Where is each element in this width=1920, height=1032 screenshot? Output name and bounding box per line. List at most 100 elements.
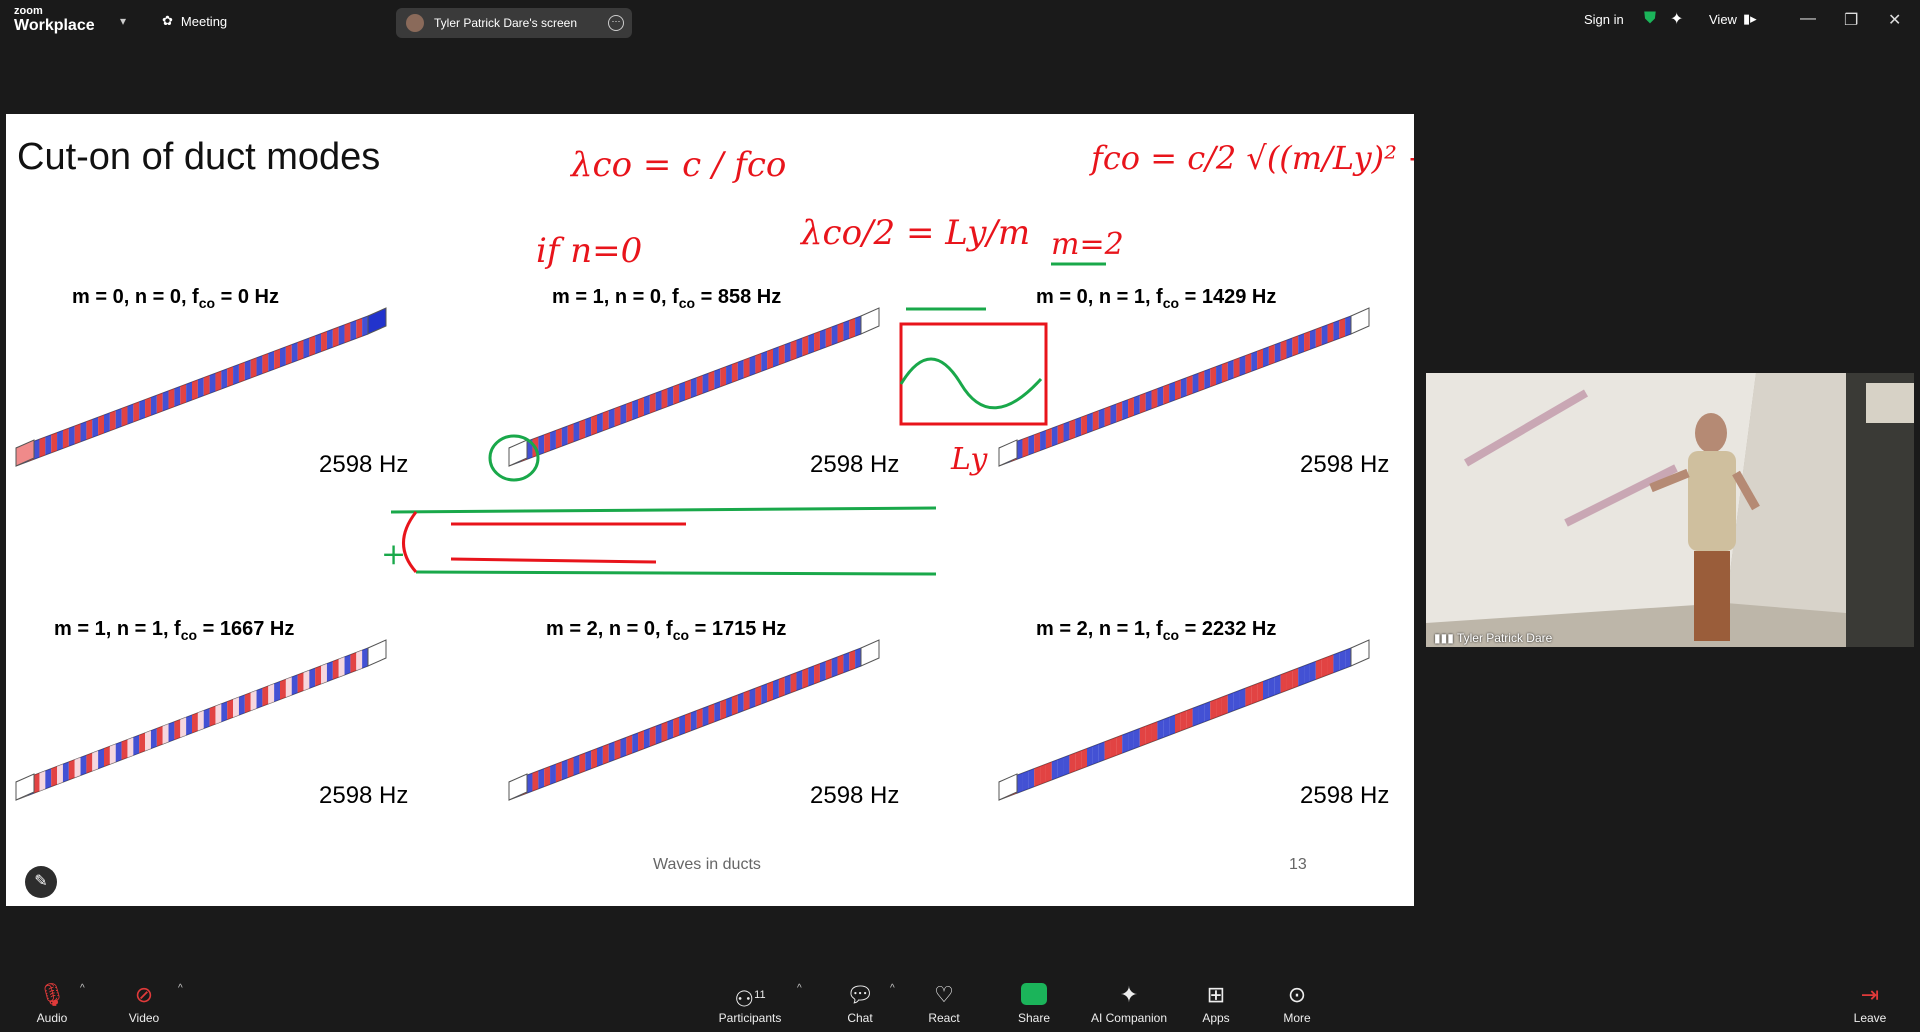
duct-stripe (696, 375, 703, 396)
participants-options-chevron-icon[interactable]: ^ (797, 983, 802, 994)
duct-stripe (1274, 674, 1281, 696)
duct-stripe (1204, 368, 1211, 389)
duct-stripe (743, 690, 750, 711)
duct-stripe (708, 703, 715, 725)
duct-stripe (1051, 426, 1058, 447)
duct-stripe (74, 423, 81, 444)
duct-stripe (1192, 373, 1199, 394)
duct-stripe (291, 674, 298, 696)
duct-stripe (714, 701, 721, 722)
duct-stripe (632, 399, 639, 420)
duct-stripe (1198, 371, 1205, 392)
duct-stripe (1180, 710, 1187, 731)
duct-stripe (1268, 677, 1275, 698)
duct-stripe (567, 757, 574, 778)
view-layout-icon[interactable]: ▮▸ (1743, 11, 1757, 27)
ai-companion-button[interactable]: ✦ AI Companion (1079, 973, 1179, 1025)
participants-button[interactable]: ⚇11 Participants (710, 973, 790, 1025)
duct-stripe (238, 362, 245, 383)
duct-stripe (808, 333, 815, 354)
sign-in-button[interactable]: Sign in (1584, 12, 1624, 27)
duct-stripe (1216, 697, 1222, 718)
duct-stripe (819, 661, 826, 682)
audio-button[interactable]: 🎙︎ Audio (12, 973, 92, 1025)
duct-stripe (626, 735, 633, 756)
duct-stripe (1028, 768, 1035, 789)
duct-stripe (1145, 723, 1152, 745)
duct-stripe (778, 677, 785, 698)
duct-stripe (685, 379, 691, 400)
duct-stripe (332, 327, 339, 348)
chevron-down-icon[interactable]: ▾ (120, 14, 126, 28)
logo-small-text: zoom (14, 5, 43, 17)
more-options-icon[interactable]: ··· (608, 15, 624, 31)
duct-stripe (819, 329, 826, 350)
duct-stripe (192, 712, 198, 733)
duct-stripe (831, 324, 838, 345)
more-button[interactable]: ⊙ More (1257, 973, 1337, 1025)
duct-stripe (109, 410, 116, 431)
duct-stripe (1333, 652, 1340, 673)
duct-stripe (109, 744, 116, 765)
minimize-icon[interactable]: — (1800, 10, 1816, 28)
duct-stripe (1128, 730, 1134, 751)
duct-stripe (1116, 735, 1123, 756)
duct-stripe (344, 322, 351, 343)
chat-options-chevron-icon[interactable]: ^ (890, 983, 895, 994)
duct-stripe (579, 752, 586, 774)
duct-stripe (1321, 324, 1328, 345)
duct-stripe (1028, 434, 1035, 455)
duct-stripe (1139, 393, 1146, 414)
duct-end-face (15, 773, 35, 801)
duct-stripe (1210, 366, 1217, 387)
view-button[interactable]: View (1709, 12, 1737, 27)
meeting-menu[interactable]: ✿ Meeting (162, 13, 227, 29)
mode-label: m = 0, n = 0, fco = 0 Hz (72, 286, 279, 311)
duct-stripe (731, 694, 738, 716)
shield-icon[interactable]: ⛊ (1644, 10, 1656, 28)
duct-stripe (1339, 318, 1346, 339)
annotation-if-n-zero: if n=0 (536, 231, 642, 271)
duct-stripe (561, 426, 568, 447)
duct-stripe (274, 681, 280, 702)
duct-stripe (285, 677, 292, 698)
participant-video-tile[interactable]: ▮▮▮ Tyler Patrick Dare (1426, 373, 1914, 647)
close-icon[interactable]: ✕ (1888, 10, 1901, 30)
restore-icon[interactable]: ❐ (1844, 10, 1858, 30)
react-button[interactable]: ♡ React (904, 973, 984, 1025)
duct-stripe (268, 683, 275, 704)
duct-stripe (1292, 668, 1299, 689)
duct-stripe (1075, 750, 1082, 771)
video-options-chevron-icon[interactable]: ^ (178, 983, 183, 994)
duct-stripe (256, 355, 263, 376)
duct-stripe (98, 415, 104, 436)
share-button[interactable]: Share (994, 973, 1074, 1025)
annotation-duct-bottom (415, 570, 937, 576)
leave-button[interactable]: ⇥ Leave (1830, 973, 1910, 1025)
duct-stripe (1216, 364, 1222, 385)
audio-options-chevron-icon[interactable]: ^ (80, 983, 85, 994)
duct-stripe (1063, 421, 1070, 442)
duct-stripe (180, 384, 187, 405)
duct-stripe (262, 353, 269, 374)
video-button[interactable]: ⊘ Video (104, 973, 184, 1025)
chat-button[interactable]: 💬︎ Chat (820, 973, 900, 1025)
duct-stripe (92, 417, 99, 438)
duct-stripe (338, 324, 345, 345)
duct-stripe (104, 412, 110, 433)
duct-stripe (1110, 737, 1117, 758)
screen-share-indicator[interactable]: Tyler Patrick Dare's screen ··· (396, 8, 632, 38)
duct-stripe (121, 406, 128, 427)
duct-stripe (57, 764, 63, 785)
leave-icon: ⇥ (1860, 982, 1880, 1007)
annotate-pen-icon[interactable]: ✎ (25, 866, 57, 898)
duct-stripe (849, 318, 856, 339)
duct-stripe (168, 721, 175, 742)
duct-stripe (1233, 357, 1240, 378)
duct-stripe (661, 388, 668, 409)
duct-stripe (1280, 672, 1287, 693)
apps-button[interactable]: ⊞ Apps (1176, 973, 1256, 1025)
sparkle-icon[interactable]: ✦ (1670, 9, 1683, 29)
duct-stripe (767, 349, 773, 370)
duct-stripe (849, 650, 856, 671)
